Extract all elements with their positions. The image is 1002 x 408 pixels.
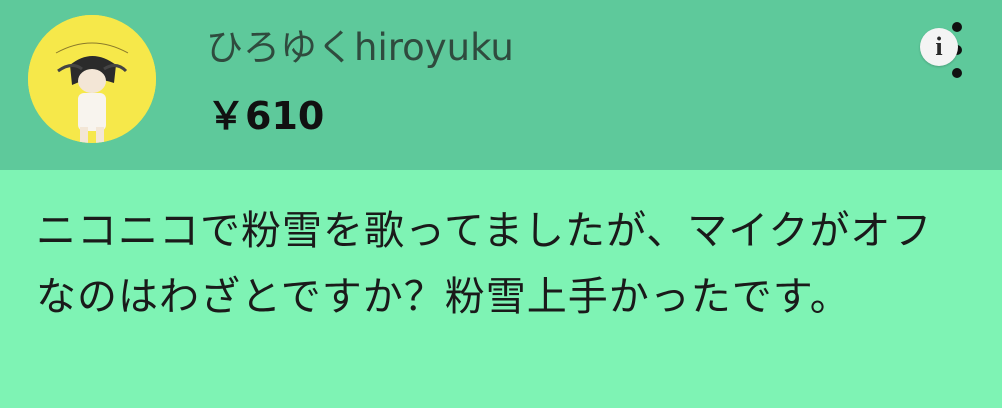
avatar[interactable] [28,15,156,143]
author-name[interactable]: ひろゆくhiroyuku [206,26,514,70]
info-icon[interactable]: i [920,28,958,66]
superchat-amount: ￥610 [207,94,325,138]
superchat-card: ひろゆくhiroyuku ￥610 i ニコニコで粉雪を歌ってましたが、マイクが… [0,0,1002,408]
superchat-header: ひろゆくhiroyuku ￥610 i [0,0,1002,170]
superchat-message: ニコニコで粉雪を歌ってましたが、マイクがオフなのはわざとですか？粉雪上手かったで… [36,208,933,320]
avatar-illustration [28,15,156,143]
